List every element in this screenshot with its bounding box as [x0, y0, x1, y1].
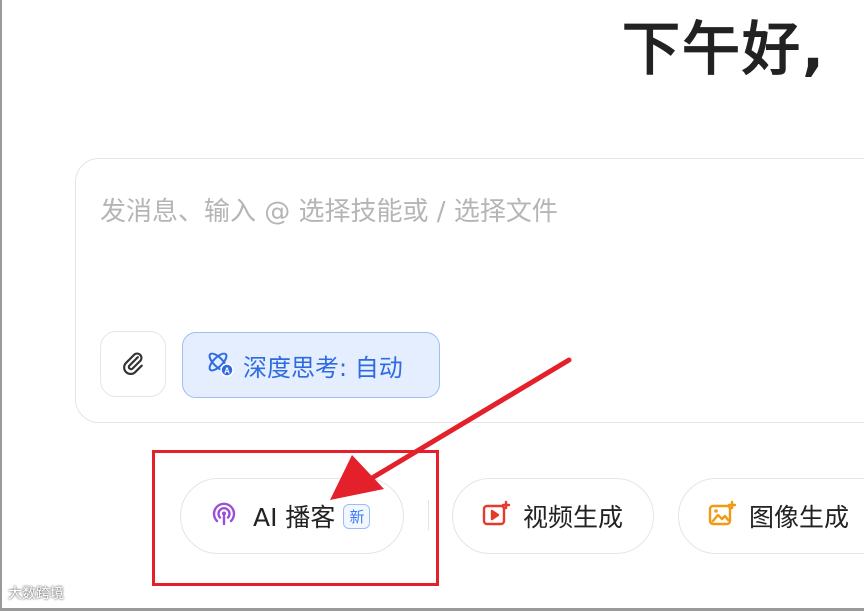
watermark: 大数跨境: [8, 586, 64, 602]
annotation-arrow: [330, 357, 572, 500]
